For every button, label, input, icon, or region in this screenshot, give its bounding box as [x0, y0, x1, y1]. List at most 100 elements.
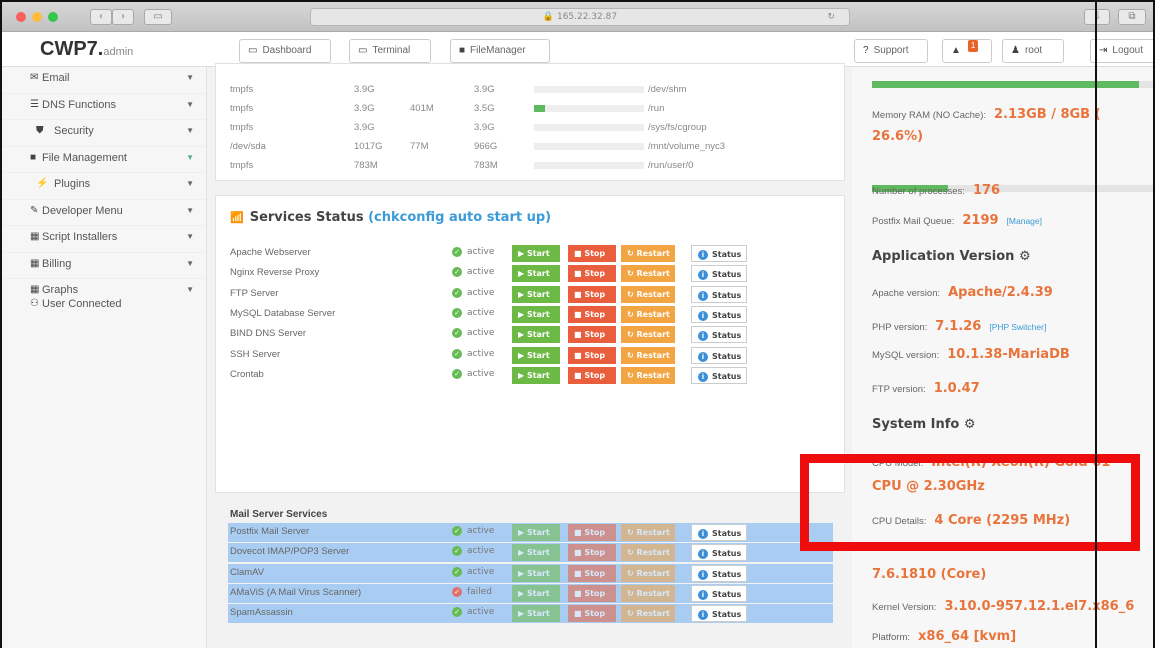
status-button[interactable]: i Status [691, 524, 747, 541]
stop-button[interactable]: ■ Stop [568, 245, 616, 262]
play-icon: ▶ [518, 249, 527, 258]
status-button[interactable]: i Status [691, 605, 747, 623]
status-button[interactable]: i Status [691, 584, 747, 602]
start-button[interactable]: ▶ Start [512, 326, 560, 344]
restart-label: Restart [636, 588, 670, 598]
right-info-panel: Memory RAM (NO Cache): 2.13GB / 8GB ( 26.… [852, 67, 1153, 648]
start-button[interactable]: ▶ Start [512, 605, 560, 623]
stop-button[interactable]: ■ Stop [568, 366, 616, 384]
kernel-label: Kernel Version: [872, 602, 937, 613]
memory-value: 2.13GB / 8GB ( [994, 107, 1101, 122]
restart-button[interactable]: ↻ Restart [621, 346, 675, 364]
sidebar-item-file-management[interactable]: ■ File Management ▼ [2, 147, 206, 173]
disk-cell-used [410, 118, 474, 137]
restart-button[interactable]: ↻ Restart [621, 564, 675, 582]
manage-queue-link[interactable]: [Manage] [1007, 216, 1042, 226]
forward-icon[interactable]: › [112, 9, 134, 25]
service-name: MySQL Database Server [230, 307, 336, 319]
sidebar-item-user-connected[interactable]: ⚇ User Connected [2, 297, 206, 315]
maximize-window-icon[interactable] [48, 12, 58, 22]
stop-button[interactable]: ■ Stop [568, 564, 616, 582]
back-icon[interactable]: ‹ [90, 9, 112, 25]
status-button[interactable]: i Status [691, 305, 747, 323]
disk-cell-avail: 3.5G [474, 103, 495, 114]
restart-button[interactable]: ↻ Restart [621, 584, 675, 602]
start-button[interactable]: ▶ Start [512, 366, 560, 384]
sidebar-item-security[interactable]: ⛊ Security ▼ [2, 120, 206, 147]
status-button[interactable]: i Status [691, 346, 747, 364]
restart-button[interactable]: ↻ Restart [621, 524, 675, 541]
sidebar-toggle-icon[interactable]: ▭ [144, 9, 172, 25]
check-icon: ✓ [452, 526, 462, 536]
sidebar-item-plugins[interactable]: ⚡ Plugins ▼ [2, 173, 206, 200]
status-button[interactable]: i Status [691, 326, 747, 344]
check-icon: ✓ [452, 328, 462, 339]
start-button[interactable]: ▶ Start [512, 564, 560, 582]
support-button[interactable]: ? Support [854, 39, 928, 63]
restart-button[interactable]: ↻ Restart [621, 326, 675, 344]
cwp-logo[interactable]: CWP7.admin [40, 38, 133, 61]
gear-icon[interactable]: ⚙ [1019, 249, 1031, 264]
sidebar-item-script-installers[interactable]: ▦ Script Installers ▼ [2, 226, 206, 253]
restart-button[interactable]: ↻ Restart [621, 544, 675, 562]
start-label: Start [526, 330, 550, 340]
stop-label: Stop [584, 249, 606, 258]
user-menu-button[interactable]: ♟ root [1002, 39, 1064, 63]
tabs-icon[interactable]: ⧉ [1118, 9, 1146, 25]
start-button[interactable]: ▶ Start [512, 285, 560, 303]
service-row: Apache Webserver ✓ active ▶ Start ■ Stop ↻ Re… [228, 244, 833, 263]
restart-button[interactable]: ↻ Restart [621, 366, 675, 384]
sidebar-item-developer[interactable]: ✎ Developer Menu ▼ [2, 200, 206, 226]
restart-button[interactable]: ↻ Restart [621, 245, 675, 262]
sidebar-item-dns[interactable]: ☰ DNS Functions ▼ [2, 94, 206, 120]
mysql-value: 10.1.38-MariaDB [947, 347, 1070, 362]
dashboard-button[interactable]: ▭ Dashboard [239, 39, 331, 63]
gear-icon[interactable]: ⚙ [964, 417, 976, 432]
status-button[interactable]: i Status [691, 265, 747, 283]
memory-label: Memory RAM (NO Cache): [872, 110, 987, 121]
notifications-button[interactable]: ▲ 1 [942, 39, 992, 63]
restart-button[interactable]: ↻ Restart [621, 305, 675, 323]
stop-button[interactable]: ■ Stop [568, 265, 616, 283]
restart-button[interactable]: ↻ Restart [621, 285, 675, 303]
sidebar-item-graphs[interactable]: ▦ Graphs ▼ [2, 279, 206, 297]
filemanager-button[interactable]: ■ FileManager [450, 39, 550, 63]
stop-icon: ■ [574, 370, 585, 380]
service-status: ✓ active [452, 607, 494, 618]
sidebar-item-billing[interactable]: ▦ Billing ▼ [2, 253, 206, 279]
stop-button[interactable]: ■ Stop [568, 524, 616, 541]
start-button[interactable]: ▶ Start [512, 524, 560, 541]
chart-icon: 📶 [230, 211, 244, 224]
download-icon[interactable]: ⇩ [1084, 9, 1110, 25]
status-button[interactable]: i Status [691, 285, 747, 303]
url-bar[interactable]: 🔒 165.22.32.87 ↻ [310, 8, 850, 26]
stop-button[interactable]: ■ Stop [568, 605, 616, 623]
reload-icon[interactable]: ↻ [827, 9, 835, 25]
php-switcher-link[interactable]: [PHP Switcher] [989, 322, 1046, 332]
status-button[interactable]: i Status [691, 245, 747, 262]
restart-button[interactable]: ↻ Restart [621, 605, 675, 623]
status-button[interactable]: i Status [691, 564, 747, 582]
status-button[interactable]: i Status [691, 366, 747, 384]
start-button[interactable]: ▶ Start [512, 265, 560, 283]
start-button[interactable]: ▶ Start [512, 305, 560, 323]
stop-button[interactable]: ■ Stop [568, 285, 616, 303]
start-button[interactable]: ▶ Start [512, 584, 560, 602]
start-button[interactable]: ▶ Start [512, 544, 560, 562]
restart-button[interactable]: ↻ Restart [621, 265, 675, 283]
close-window-icon[interactable] [16, 12, 26, 22]
stop-button[interactable]: ■ Stop [568, 544, 616, 562]
start-button[interactable]: ▶ Start [512, 245, 560, 262]
stop-button[interactable]: ■ Stop [568, 305, 616, 323]
sidebar-item-email[interactable]: ✉ Email ▼ [2, 67, 206, 94]
stop-button[interactable]: ■ Stop [568, 346, 616, 364]
logout-button[interactable]: ⇥ Logout [1090, 39, 1153, 63]
minimize-window-icon[interactable] [32, 12, 42, 22]
terminal-button[interactable]: ▭ Terminal [349, 39, 431, 63]
status-button[interactable]: i Status [691, 544, 747, 562]
stop-button[interactable]: ■ Stop [568, 584, 616, 602]
grid-icon: ▦ [30, 257, 40, 269]
start-button[interactable]: ▶ Start [512, 346, 560, 364]
stop-button[interactable]: ■ Stop [568, 326, 616, 344]
bell-icon: ▲ [951, 45, 961, 56]
